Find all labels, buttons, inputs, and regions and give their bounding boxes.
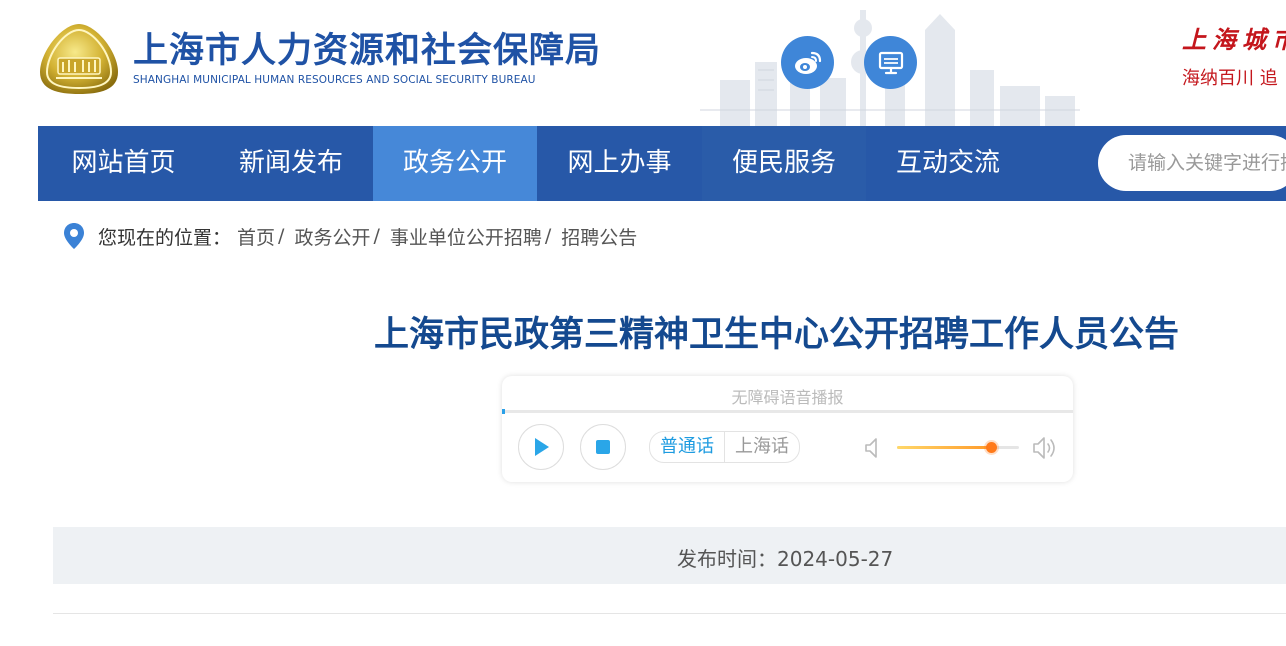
audio-player-title: 无障碍语音播报: [731, 388, 844, 407]
publish-date: 2024-05-27: [777, 547, 894, 571]
breadcrumb-separator: /: [278, 225, 285, 247]
site-subtitle: SHANGHAI MUNICIPAL HUMAN RESOURCES AND S…: [133, 74, 536, 86]
breadcrumb-separator: /: [544, 225, 552, 247]
site-title: 上海市人力资源和社会保障局: [133, 31, 602, 71]
content-divider: [53, 613, 1286, 614]
nav-item-online-services[interactable]: 网上办事: [537, 126, 702, 201]
search-input[interactable]: 请输入关键字进行搜索: [1098, 135, 1286, 191]
nav-item-home[interactable]: 网站首页: [38, 126, 209, 201]
volume-slider-handle[interactable]: [985, 442, 997, 453]
audio-progress-handle[interactable]: [502, 409, 505, 414]
breadcrumb-recruitment-notice[interactable]: 招聘公告: [561, 223, 637, 250]
breadcrumb: 您现在的位置： 首页 / 政务公开 / 事业单位公开招聘 / 招聘公告: [62, 222, 637, 250]
breadcrumb-public-recruitment[interactable]: 事业单位公开招聘: [390, 223, 542, 250]
publish-time-label: 发布时间：: [677, 547, 777, 571]
nav-item-government-affairs[interactable]: 政务公开: [373, 126, 537, 201]
audio-progress-bar[interactable]: [502, 409, 1073, 414]
dialect-selector: 普通话 上海话: [649, 431, 800, 463]
article-title: 上海市民政第三精神卫生中心公开招聘工作人员公告: [374, 315, 1180, 355]
breadcrumb-government-affairs[interactable]: 政务公开: [294, 223, 370, 250]
site-header: 上海市人力资源和社会保障局 SHANGHAI MUNICIPAL HUMAN R…: [0, 0, 1286, 126]
dialect-mandarin-option[interactable]: 普通话: [650, 432, 724, 462]
bureau-logo-icon[interactable]: [38, 22, 120, 96]
desktop-view-button[interactable]: [864, 36, 917, 89]
dialect-shanghainese-option[interactable]: 上海话: [724, 432, 799, 462]
accessibility-audio-player: 无障碍语音播报 普通话 上海话: [502, 376, 1073, 482]
stop-icon: [596, 440, 610, 454]
weibo-icon: [794, 51, 821, 74]
breadcrumb-home[interactable]: 首页: [237, 223, 275, 250]
desktop-icon: [878, 51, 903, 74]
play-icon: [535, 438, 549, 456]
location-pin-icon: [64, 223, 84, 249]
city-slogan-line1: 上海城市: [1182, 25, 1286, 54]
volume-slider[interactable]: [897, 442, 1019, 453]
volume-high-icon[interactable]: [1032, 435, 1060, 461]
volume-slider-fill: [897, 446, 991, 449]
breadcrumb-prefix: 您现在的位置：: [98, 226, 232, 249]
nav-item-news[interactable]: 新闻发布: [209, 126, 373, 201]
nav-item-interaction[interactable]: 互动交流: [866, 126, 1030, 201]
play-button[interactable]: [518, 424, 564, 470]
volume-low-icon[interactable]: [864, 436, 882, 460]
publish-time: 发布时间：2024-05-27: [677, 543, 893, 572]
city-slogan-line2: 海纳百川 追: [1182, 68, 1278, 89]
nav-item-public-services[interactable]: 便民服务: [702, 126, 866, 201]
breadcrumb-separator: /: [373, 225, 380, 247]
stop-button[interactable]: [580, 424, 626, 470]
weibo-button[interactable]: [781, 36, 834, 89]
publish-info-bar: [53, 527, 1286, 584]
